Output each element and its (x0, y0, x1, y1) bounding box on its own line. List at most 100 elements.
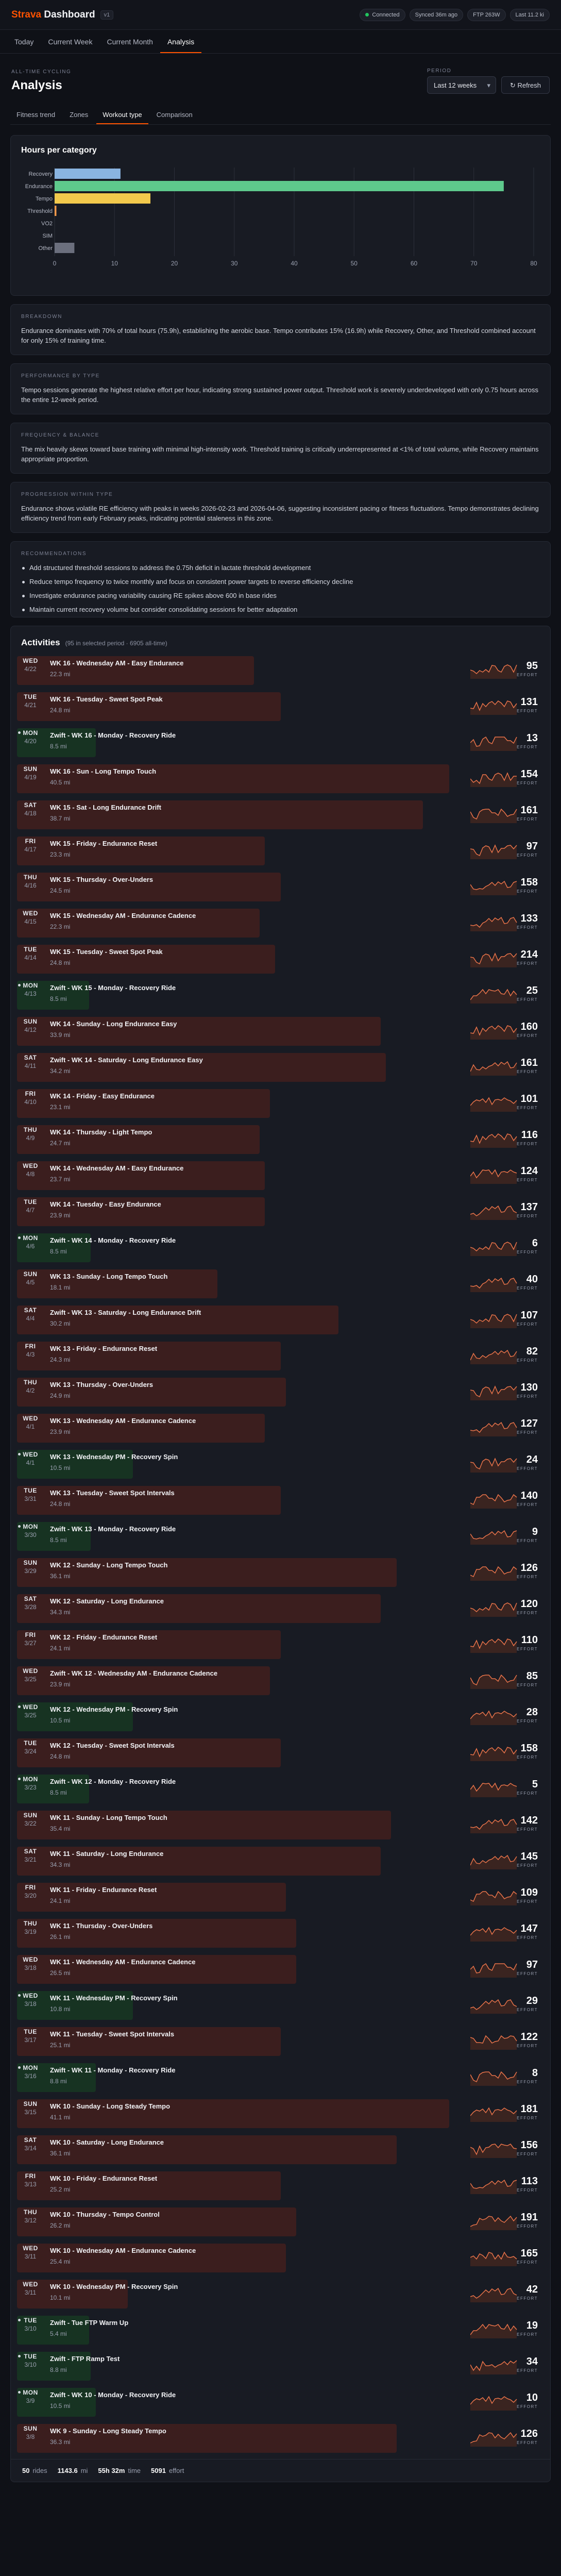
activity-name[interactable]: WK 13 - Thursday - Over-Unders (50, 1381, 153, 1389)
activity-name[interactable]: WK 13 - Wednesday PM - Recovery Spin (50, 1453, 178, 1461)
activity-row[interactable]: SUN 3/29 WK 12 - Sunday - Long Tempo Touch… (17, 1554, 544, 1590)
activity-row[interactable]: SAT 3/28 WK 12 - Saturday - Long Endurance… (17, 1590, 544, 1626)
activity-name[interactable]: WK 15 - Friday - Endurance Reset (50, 840, 157, 847)
nav-analysis[interactable]: Analysis (160, 30, 202, 53)
activity-row[interactable]: TUE 3/17 WK 11 - Tuesday - Sweet Spot Inte… (17, 2023, 544, 2059)
activity-row[interactable]: FRI 4/10 WK 14 - Friday - Easy Endurance 23… (17, 1085, 544, 1121)
tab-workout-type[interactable]: Workout type (96, 105, 148, 124)
activity-name[interactable]: Zwift - WK 13 - Monday - Recovery Ride (50, 1525, 176, 1533)
activity-row[interactable]: MON 3/9 Zwift - WK 10 - Monday - Recovery … (17, 2384, 544, 2420)
activity-row[interactable]: WED 3/18 WK 11 - Wednesday AM - Endurance … (17, 1951, 544, 1987)
activity-name[interactable]: WK 13 - Wednesday AM - Endurance Cadence (50, 1417, 196, 1425)
activity-name[interactable]: WK 11 - Tuesday - Sweet Spot Intervals (50, 2030, 174, 2038)
activity-name[interactable]: WK 12 - Sunday - Long Tempo Touch (50, 1561, 167, 1569)
activity-row[interactable]: WED 4/1 WK 13 - Wednesday AM - Endurance C… (17, 1410, 544, 1446)
nav-today[interactable]: Today (7, 30, 41, 53)
activity-name[interactable]: Zwift - WK 15 - Monday - Recovery Ride (50, 984, 176, 992)
activity-row[interactable]: FRI 3/13 WK 10 - Friday - Endurance Reset 2… (17, 2167, 544, 2203)
activity-row[interactable]: MON 3/16 Zwift - WK 11 - Monday - Recovery… (17, 2059, 544, 2095)
activity-row[interactable]: SAT 4/18 WK 15 - Sat - Long Endurance Drif… (17, 796, 544, 832)
activity-name[interactable]: WK 10 - Friday - Endurance Reset (50, 2174, 157, 2182)
activity-row[interactable]: WED 4/8 WK 14 - Wednesday AM - Easy Endura… (17, 1157, 544, 1193)
activity-row[interactable]: MON 3/30 Zwift - WK 13 - Monday - Recovery… (17, 1518, 544, 1554)
activity-name[interactable]: WK 14 - Friday - Easy Endurance (50, 1092, 155, 1100)
refresh-button[interactable]: ↻ Refresh (501, 76, 550, 94)
activity-row[interactable]: WED 3/11 WK 10 - Wednesday PM - Recovery S… (17, 2276, 544, 2312)
activity-name[interactable]: WK 14 - Thursday - Light Tempo (50, 1128, 152, 1136)
activity-row[interactable]: THU 3/12 WK 10 - Thursday - Tempo Control 2… (17, 2203, 544, 2239)
activity-row[interactable]: FRI 4/17 WK 15 - Friday - Endurance Reset 2… (17, 832, 544, 868)
activity-row[interactable]: THU 4/2 WK 13 - Thursday - Over-Unders 24.9… (17, 1374, 544, 1410)
activity-name[interactable]: Zwift - WK 12 - Wednesday AM - Endurance… (50, 1669, 217, 1677)
activity-row[interactable]: WED 3/25 WK 12 - Wednesday PM - Recovery S… (17, 1698, 544, 1734)
activity-name[interactable]: WK 12 - Saturday - Long Endurance (50, 1597, 164, 1605)
activity-name[interactable]: WK 15 - Sat - Long Endurance Drift (50, 804, 161, 811)
activity-row[interactable]: MON 4/13 Zwift - WK 15 - Monday - Recovery… (17, 977, 544, 1013)
activity-name[interactable]: Zwift - Tue FTP Warm Up (50, 2319, 128, 2327)
activity-name[interactable]: WK 10 - Sunday - Long Steady Tempo (50, 2102, 170, 2110)
activity-row[interactable]: SUN 4/12 WK 14 - Sunday - Long Endurance E… (17, 1013, 544, 1049)
tab-zones[interactable]: Zones (63, 105, 94, 124)
activity-row[interactable]: FRI 3/27 WK 12 - Friday - Endurance Reset 2… (17, 1626, 544, 1662)
activity-row[interactable]: WED 4/22 WK 16 - Wednesday AM - Easy Endur… (17, 652, 544, 688)
activity-row[interactable]: TUE 3/10 Zwift - FTP Ramp Test 8.8 mi 34 EFFO… (17, 2348, 544, 2384)
activity-row[interactable]: WED 4/1 WK 13 - Wednesday PM - Recovery Sp… (17, 1446, 544, 1482)
app-title[interactable]: Strava Dashboard (11, 9, 95, 21)
activity-row[interactable]: FRI 4/3 WK 13 - Friday - Endurance Reset 24… (17, 1337, 544, 1374)
nav-current-week[interactable]: Current Week (41, 30, 99, 53)
activity-row[interactable]: TUE 3/10 Zwift - Tue FTP Warm Up 5.4 mi 19 EF… (17, 2312, 544, 2348)
activity-name[interactable]: WK 15 - Tuesday - Sweet Spot Peak (50, 948, 163, 956)
activity-row[interactable]: SAT 4/11 Zwift - WK 14 - Saturday - Long E… (17, 1049, 544, 1085)
activity-name[interactable]: WK 16 - Wednesday AM - Easy Endurance (50, 659, 183, 667)
activity-row[interactable]: WED 3/18 WK 11 - Wednesday PM - Recovery S… (17, 1987, 544, 2023)
activity-row[interactable]: TUE 4/21 WK 16 - Tuesday - Sweet Spot Peak… (17, 688, 544, 724)
activity-name[interactable]: Zwift - WK 12 - Monday - Recovery Ride (50, 1778, 176, 1785)
activity-name[interactable]: WK 14 - Sunday - Long Endurance Easy (50, 1020, 177, 1028)
activity-name[interactable]: WK 10 - Wednesday PM - Recovery Spin (50, 2283, 178, 2290)
activity-name[interactable]: Zwift - FTP Ramp Test (50, 2355, 120, 2363)
activity-name[interactable]: WK 16 - Tuesday - Sweet Spot Peak (50, 695, 163, 703)
activity-name[interactable]: WK 10 - Thursday - Tempo Control (50, 2211, 160, 2218)
activity-name[interactable]: WK 13 - Sunday - Long Tempo Touch (50, 1273, 167, 1280)
activity-name[interactable]: Zwift - WK 16 - Monday - Recovery Ride (50, 731, 176, 739)
activity-row[interactable]: SUN 3/22 WK 11 - Sunday - Long Tempo Touch… (17, 1806, 544, 1843)
activity-row[interactable]: SUN 3/15 WK 10 - Sunday - Long Steady Temp… (17, 2095, 544, 2131)
activity-row[interactable]: MON 4/6 Zwift - WK 14 - Monday - Recovery … (17, 1229, 544, 1265)
activity-row[interactable]: FRI 3/20 WK 11 - Friday - Endurance Reset 2… (17, 1879, 544, 1915)
activity-row[interactable]: SUN 4/5 WK 13 - Sunday - Long Tempo Touch 1… (17, 1265, 544, 1301)
activity-row[interactable]: TUE 4/14 WK 15 - Tuesday - Sweet Spot Peak… (17, 941, 544, 977)
activity-name[interactable]: WK 14 - Wednesday AM - Easy Endurance (50, 1164, 183, 1172)
activity-name[interactable]: WK 16 - Sun - Long Tempo Touch (50, 767, 156, 775)
activity-name[interactable]: WK 13 - Friday - Endurance Reset (50, 1345, 157, 1352)
activity-name[interactable]: WK 12 - Tuesday - Sweet Spot Intervals (50, 1742, 175, 1749)
activity-name[interactable]: Zwift - WK 10 - Monday - Recovery Ride (50, 2391, 176, 2399)
activity-row[interactable]: SAT 3/14 WK 10 - Saturday - Long Endurance… (17, 2131, 544, 2167)
activity-name[interactable]: WK 13 - Tuesday - Sweet Spot Intervals (50, 1489, 175, 1497)
activity-name[interactable]: Zwift - WK 14 - Saturday - Long Enduranc… (50, 1056, 203, 1064)
activity-row[interactable]: THU 4/16 WK 15 - Thursday - Over-Unders 24.… (17, 868, 544, 905)
activity-row[interactable]: THU 3/19 WK 11 - Thursday - Over-Unders 26.… (17, 1915, 544, 1951)
activity-name[interactable]: WK 10 - Saturday - Long Endurance (50, 2138, 164, 2146)
activity-name[interactable]: WK 12 - Friday - Endurance Reset (50, 1633, 157, 1641)
activity-name[interactable]: WK 14 - Tuesday - Easy Endurance (50, 1200, 161, 1208)
nav-current-month[interactable]: Current Month (99, 30, 160, 53)
activity-name[interactable]: WK 11 - Sunday - Long Tempo Touch (50, 1814, 167, 1821)
activity-row[interactable]: MON 4/20 Zwift - WK 16 - Monday - Recovery… (17, 724, 544, 760)
activity-row[interactable]: THU 4/9 WK 14 - Thursday - Light Tempo 24.7… (17, 1121, 544, 1157)
tab-comparison[interactable]: Comparison (150, 105, 199, 124)
activity-row[interactable]: SUN 3/8 WK 9 - Sunday - Long Steady Tempo 3… (17, 2420, 544, 2456)
activity-row[interactable]: WED 4/15 WK 15 - Wednesday AM - Endurance … (17, 905, 544, 941)
activity-name[interactable]: Zwift - WK 14 - Monday - Recovery Ride (50, 1236, 176, 1244)
activity-name[interactable]: WK 12 - Wednesday PM - Recovery Spin (50, 1705, 178, 1713)
activity-name[interactable]: WK 9 - Sunday - Long Steady Tempo (50, 2427, 166, 2435)
activity-row[interactable]: SUN 4/19 WK 16 - Sun - Long Tempo Touch 40.… (17, 760, 544, 796)
activity-row[interactable]: TUE 3/31 WK 13 - Tuesday - Sweet Spot Inte… (17, 1482, 544, 1518)
activity-name[interactable]: WK 11 - Wednesday PM - Recovery Spin (50, 1994, 178, 2002)
activity-row[interactable]: SAT 3/21 WK 11 - Saturday - Long Endurance… (17, 1843, 544, 1879)
activity-name[interactable]: Zwift - WK 11 - Monday - Recovery Ride (50, 2066, 175, 2074)
activity-row[interactable]: TUE 4/7 WK 14 - Tuesday - Easy Endurance 23… (17, 1193, 544, 1229)
activity-row[interactable]: SAT 4/4 Zwift - WK 13 - Saturday - Long En… (17, 1301, 544, 1337)
activity-name[interactable]: WK 15 - Thursday - Over-Unders (50, 876, 153, 883)
activity-name[interactable]: Zwift - WK 13 - Saturday - Long Enduranc… (50, 1309, 201, 1316)
activity-name[interactable]: WK 11 - Saturday - Long Endurance (50, 1850, 163, 1858)
